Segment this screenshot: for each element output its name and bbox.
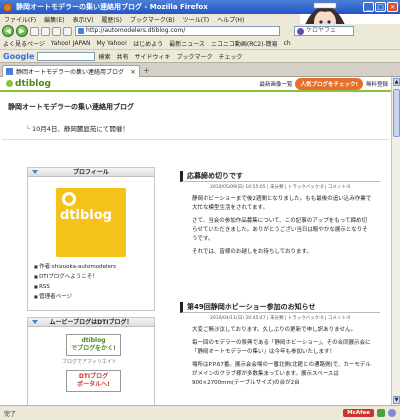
profile-welcome-link[interactable]: DTIブログへようこそ！: [34, 272, 116, 282]
google-toolbar: Google 検索 共有 サイドウィキ ブックマーク チェック: [0, 50, 400, 63]
menu-file[interactable]: ファイル(F): [0, 15, 40, 24]
google-sidewiki-button[interactable]: サイドウィキ: [131, 52, 173, 61]
bookmark-item[interactable]: Yahoo! JAPAN: [48, 40, 94, 47]
dti-nav: 最新画像一覧 人気ブログをチェック! 無料登録: [256, 77, 391, 90]
bookmark-item[interactable]: ニコニコ動画(RC2)-簡易: [208, 39, 281, 48]
menu-tools[interactable]: ツール(T): [179, 15, 213, 24]
bookmark-item[interactable]: My Yahoo!: [93, 40, 130, 47]
free-register-link[interactable]: 無料登録: [363, 80, 391, 88]
profile-logo-image: dtiblog: [56, 188, 126, 257]
blog-title[interactable]: 静岡オートモデラーの集い連絡用ブログ: [8, 102, 208, 112]
scroll-thumb[interactable]: [393, 89, 400, 137]
bookmarks-toolbar: よく見るページ Yahoo! JAPAN My Yahoo! はじめよう 最新ニ…: [0, 38, 400, 50]
bookmark-item[interactable]: ch: [281, 40, 294, 47]
google-search-button[interactable]: 検索: [95, 52, 113, 61]
tab-blog[interactable]: 静岡オートモデラーの集い連絡用ブログ ×: [2, 65, 140, 77]
google-logo: Google: [3, 51, 35, 61]
profile-admin-link[interactable]: 管理者ページ: [34, 292, 116, 302]
status-bar: 完了 McAfee: [0, 405, 400, 420]
menu-bookmarks[interactable]: ブックマーク(B): [126, 15, 179, 24]
scroll-up-icon[interactable]: ▲: [393, 78, 400, 86]
blog-subtitle: 10月4日、静岡麓庭苑にて開催！: [26, 123, 129, 133]
vertical-scrollbar[interactable]: ▲ ▼: [391, 77, 400, 405]
profile-links: 作者:shizuoka-automodelers DTIブログへようこそ！ RS…: [34, 262, 116, 302]
window-controls: _ □ ×: [363, 2, 398, 12]
profile-box: プロフィール dtiblog 作者:shizuoka-automodelers …: [27, 167, 155, 311]
dtiblog-logo[interactable]: dtiblog: [6, 79, 51, 89]
tab-close-icon[interactable]: ×: [130, 68, 136, 76]
article-meta: 2010/04/11(日) 20:45:47 | 未分類 | トラックバック:0…: [210, 316, 351, 321]
google-bookmark-button[interactable]: ブックマーク: [174, 52, 216, 61]
close-button[interactable]: ×: [387, 2, 398, 12]
dti-header: dtiblog 最新画像一覧 人気ブログをチェック! 無料登録: [0, 77, 391, 92]
profile-heading: プロフィール: [28, 168, 154, 177]
menu-edit[interactable]: 編集(E): [40, 15, 68, 24]
google-search-input[interactable]: [37, 51, 96, 61]
navigation-toolbar: ◀ ▶ http://automodelers.dtiblog.com/ ケロヤ…: [0, 24, 400, 38]
dtiblog-logo-icon: [6, 80, 13, 87]
menu-view[interactable]: 表示(V): [69, 15, 98, 24]
addon-icon[interactable]: [388, 409, 396, 417]
page-viewport: dtiblog 最新画像一覧 人気ブログをチェック! 無料登録 静岡オートモデラ…: [0, 77, 391, 405]
history-dropdown-icon[interactable]: [30, 26, 39, 36]
movie-heading: ムービーブログはDTIブログ！: [28, 318, 154, 327]
bookmark-item[interactable]: よく見るページ: [0, 39, 48, 48]
menu-bar: ファイル(F) 編集(E) 表示(V) 履歴(S) ブックマーク(B) ツール(…: [0, 14, 300, 24]
affiliate-caption: ブログでアフィリエイト: [62, 359, 117, 365]
security-shield-icon[interactable]: [377, 409, 385, 417]
bookmark-item[interactable]: はじめよう: [130, 39, 166, 48]
article-title[interactable]: 応募締め切りです: [180, 171, 380, 182]
article-body: 大変ご無沙汰しております。久しぶりの更新で申し訳ありません。 毎一回のモデラーの…: [192, 327, 371, 386]
back-button[interactable]: ◀: [2, 25, 14, 37]
google-check-button[interactable]: チェック: [216, 52, 246, 61]
profile-author-link[interactable]: 作者:shizuoka-automodelers: [34, 262, 116, 272]
article-meta: 2010/05/09(日) 10:55:05 | 未分類 | トラックバック:0…: [210, 185, 351, 190]
firefox-icon: [3, 2, 12, 12]
dti-portal-banner[interactable]: DTIブログ ポータルへ!: [66, 370, 121, 392]
scroll-down-icon[interactable]: ▼: [393, 396, 400, 404]
status-text: 完了: [4, 410, 17, 418]
article-body: 静岡ホビーショーまで後2週間となりました。もも最後の追い込み作業で大忙な模型生活…: [192, 196, 372, 255]
window-title: 静岡オートモデラーの集い連絡用ブログ - Mozilla Firefox: [16, 3, 208, 11]
reload-icon[interactable]: [41, 26, 50, 36]
bookmark-item[interactable]: 最新ニュース: [166, 39, 208, 48]
profile-rss-link[interactable]: RSS: [34, 282, 116, 292]
menu-help[interactable]: ヘルプ(H): [213, 15, 248, 24]
forward-button[interactable]: ▶: [16, 25, 28, 37]
article-title[interactable]: 第49回静岡ホビーショー参加のお知らせ: [180, 302, 380, 313]
popular-blogs-button[interactable]: 人気ブログをチェック!: [295, 77, 363, 90]
write-blog-banner[interactable]: dtiblog でブログをかく!: [66, 334, 121, 356]
new-tab-icon[interactable]: +: [143, 66, 150, 75]
favicon-icon: [6, 68, 13, 75]
address-bar[interactable]: http://automodelers.dtiblog.com/: [75, 26, 280, 36]
menu-history[interactable]: 履歴(S): [97, 15, 126, 24]
latest-images-link[interactable]: 最新画像一覧: [256, 80, 295, 88]
minimize-button[interactable]: _: [363, 2, 374, 12]
google-share-button[interactable]: 共有: [113, 52, 131, 61]
tab-strip: 静岡オートモデラーの集い連絡用ブログ × +: [0, 63, 400, 77]
mcafee-badge[interactable]: McAfee: [343, 409, 374, 417]
movie-blog-box: ムービーブログはDTIブログ！ dtiblog でブログをかく! ブログでアフィ…: [27, 317, 155, 405]
tab-label: 静岡オートモデラーの集い連絡用ブログ: [16, 69, 125, 76]
search-input[interactable]: ケロヤフェ: [294, 26, 354, 36]
stop-icon[interactable]: [52, 26, 61, 36]
maximize-button[interactable]: □: [375, 2, 386, 12]
home-icon[interactable]: [63, 26, 72, 36]
